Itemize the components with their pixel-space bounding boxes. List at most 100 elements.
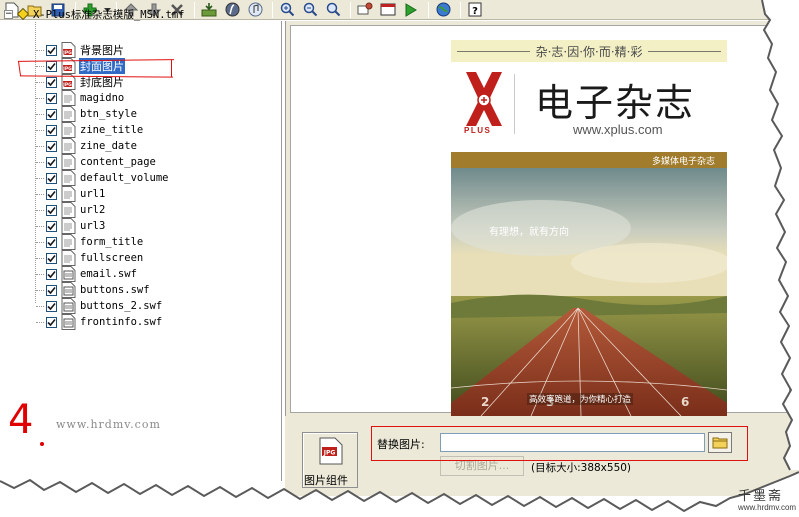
play-icon[interactable] [401, 1, 421, 19]
tree-connector [36, 161, 44, 163]
tree-item-label: content_page [80, 156, 156, 168]
tree-item-checkbox[interactable] [46, 220, 57, 232]
tree-item-checkbox[interactable] [46, 124, 57, 136]
tree-root[interactable]: − X-Plus标准杂志模版_MSN.tmf [4, 7, 185, 21]
svg-text:?: ? [472, 6, 478, 17]
svg-text:JPG: JPG [323, 450, 336, 457]
swf-file-icon [60, 314, 76, 330]
magazine-band-text: 多媒体电子杂志 [651, 157, 715, 167]
tree-connector [36, 257, 44, 259]
globe-icon[interactable] [433, 1, 453, 19]
tree-item[interactable]: form_title [36, 234, 144, 250]
tree-item-checkbox[interactable] [46, 44, 57, 56]
tree-item-checkbox[interactable] [46, 76, 57, 88]
tree-item[interactable]: magidno [36, 90, 125, 106]
checkmark-icon [47, 286, 56, 294]
tree-item-checkbox[interactable] [46, 236, 57, 248]
tree-item-checkbox[interactable] [46, 252, 57, 264]
tree-item-checkbox[interactable] [46, 188, 57, 200]
tree-item-label: 背景图片 [80, 44, 124, 57]
zoom-fit-icon[interactable] [323, 1, 343, 19]
tree-connector [36, 177, 44, 179]
watermark-url: www.hrdmv.com [56, 418, 161, 431]
tree-item[interactable]: fullscreen [36, 250, 144, 266]
template-icon [17, 8, 29, 20]
jpg-file-icon: JPG [60, 42, 76, 58]
tree-connector [36, 289, 44, 291]
text-file-icon [60, 122, 76, 138]
text-file-icon [60, 154, 76, 170]
import-icon[interactable] [199, 1, 219, 19]
tree-item[interactable]: url1 [36, 186, 106, 202]
zoom-out-icon[interactable] [300, 1, 320, 19]
tree-item[interactable]: btn_style [36, 106, 138, 122]
tree-item-checkbox[interactable] [46, 204, 57, 216]
tree-item-label: url2 [80, 204, 106, 216]
tree-item-checkbox[interactable] [46, 92, 57, 104]
tree-item-label: default_volume [80, 172, 169, 184]
tree-item[interactable]: frontinfo.swf [36, 314, 163, 330]
swf-file-icon [60, 266, 76, 282]
tree-item-label: zine_title [80, 124, 144, 136]
tree-connector [36, 129, 44, 131]
tree-item-checkbox[interactable] [46, 172, 57, 184]
tree-item-checkbox[interactable] [46, 140, 57, 152]
photo-track-text: 高效率跑道，为你精心打造 [527, 393, 634, 405]
tree-connector [36, 273, 44, 275]
tree-item-label: fullscreen [80, 252, 144, 264]
tree-item-checkbox[interactable] [46, 284, 57, 296]
target-size-text: (目标大小:388x550) [531, 462, 632, 474]
checkmark-icon [47, 62, 56, 70]
logo-divider [514, 74, 515, 134]
jpg-component-icon: JPG [319, 437, 343, 465]
logo-sub-text: PLUS [464, 126, 492, 135]
text-file-icon [60, 250, 76, 266]
settings-icon[interactable] [355, 1, 375, 19]
toolbar-separator [460, 1, 461, 18]
music-icon[interactable] [245, 1, 265, 19]
checkmark-icon [47, 222, 56, 230]
tree-connector [36, 65, 44, 67]
tree-item-checkbox[interactable] [46, 268, 57, 280]
tree-item-label: frontinfo.swf [80, 316, 163, 328]
tree-item[interactable]: url2 [36, 202, 106, 218]
tree-item[interactable]: JPG 背景图片 [36, 42, 125, 58]
toolbar-separator [428, 1, 429, 18]
checkmark-icon [47, 126, 56, 134]
checkmark-icon [47, 94, 56, 102]
magazine-url: www.xplus.com [573, 122, 663, 137]
tree-item[interactable]: buttons.swf [36, 282, 151, 298]
tree-connector [36, 81, 44, 83]
preview-window-icon[interactable] [378, 1, 398, 19]
tree-item-checkbox[interactable] [46, 156, 57, 168]
toolbar-separator [350, 1, 351, 18]
tree-item-checkbox[interactable] [46, 316, 57, 328]
tree-connector [36, 49, 44, 51]
tree-item-label: buttons_2.swf [80, 300, 163, 312]
tree-item[interactable]: default_volume [36, 170, 170, 186]
svg-text:JPG: JPG [62, 50, 72, 56]
tree-item-checkbox[interactable] [46, 300, 57, 312]
tree-item[interactable]: zine_date [36, 138, 138, 154]
magazine-band: 多媒体电子杂志 [451, 152, 727, 168]
tree-item-checkbox[interactable] [46, 60, 57, 72]
tree-item[interactable]: content_page [36, 154, 157, 170]
text-file-icon [60, 186, 76, 202]
tree-item[interactable]: url3 [36, 218, 106, 234]
tree-item[interactable]: zine_title [36, 122, 144, 138]
tree-connector [36, 305, 44, 307]
tree-connector [36, 209, 44, 211]
annotation-step-number: 4 [8, 397, 34, 443]
image-component-label: 图片组件 [304, 474, 348, 487]
annotation-box [371, 426, 748, 461]
checkmark-icon [47, 270, 56, 278]
text-file-icon [60, 170, 76, 186]
tree-item-label: buttons.swf [80, 284, 150, 296]
tree-item[interactable]: buttons_2.swf [36, 298, 163, 314]
tree-item-checkbox[interactable] [46, 108, 57, 120]
tree-expander[interactable]: − [4, 9, 13, 19]
zoom-in-icon[interactable] [277, 1, 297, 19]
help-icon[interactable]: ? [465, 1, 485, 19]
flash-icon[interactable] [222, 1, 242, 19]
tree-item[interactable]: email.swf [36, 266, 138, 282]
